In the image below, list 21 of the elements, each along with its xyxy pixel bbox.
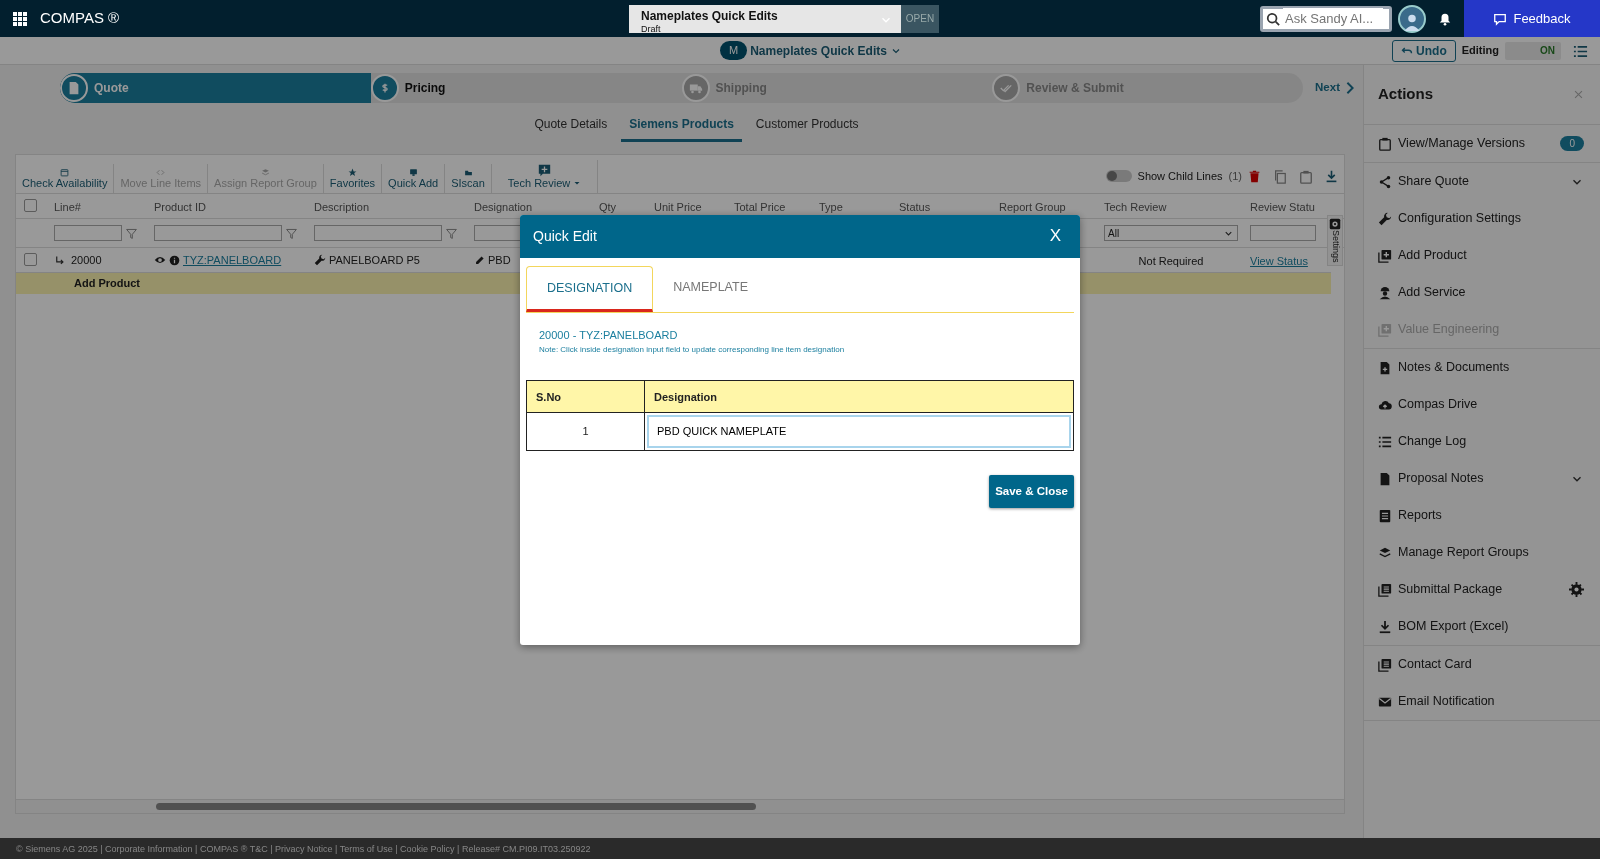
avatar-badge: M (720, 41, 748, 60)
table-cell-text: PANELBOARD P5 (329, 252, 420, 268)
status-badge: OPEN (901, 4, 939, 33)
quote-status: Draft (641, 24, 661, 34)
table-cell-text: PBD (488, 252, 511, 268)
dialog-title: Quick Edit (533, 226, 597, 246)
editing-label: Editing (1461, 43, 1499, 59)
note-text: Note: Click inside designation input field to update corresponding line item designation (539, 343, 846, 356)
table-cell: Not Required (1138, 255, 1204, 267)
child-lines-label: Show Child Lines (1137, 168, 1223, 184)
actions-title: Actions (1378, 84, 1433, 105)
column-header: S.No (536, 390, 562, 403)
count-badge: 0 (1560, 136, 1584, 151)
line-item-heading: 20000 - TYZ:PANELBOARD (539, 328, 679, 344)
child-lines-count: (1) (1228, 168, 1242, 184)
column-header: Designation (654, 390, 717, 403)
footer-text: © Siemens AG 2025 | Corporate Information | COMPAS ® T&C | Privacy Notice | Terms of Use | Cookie Policy | Release# CM.PI09.IT03.250922 (16, 844, 591, 854)
app-title: COMPAS ® (40, 8, 120, 29)
table-cell-text: 20000 (71, 252, 102, 268)
quote-name: Nameplates Quick Edits (641, 7, 778, 25)
table-cell-text: 1 (582, 424, 589, 439)
